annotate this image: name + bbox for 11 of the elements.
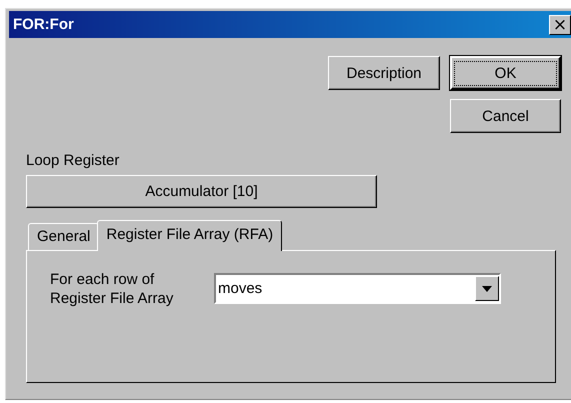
- field-label: For each row of Register File Array: [50, 270, 174, 308]
- close-button[interactable]: ×: [549, 14, 571, 34]
- tab[interactable]: General: [28, 223, 100, 250]
- cancel-button[interactable]: Cancel: [450, 99, 561, 133]
- field-label: Loop Register: [26, 152, 120, 169]
- tab[interactable]: Register File Array (RFA): [97, 220, 282, 251]
- dropdown-field[interactable]: moves: [214, 273, 501, 304]
- ok-button[interactable]: OK: [450, 56, 561, 90]
- window-title: FOR:For: [13, 16, 74, 33]
- description-button[interactable]: Description: [328, 56, 440, 90]
- register-button[interactable]: Accumulator [10]: [26, 175, 377, 208]
